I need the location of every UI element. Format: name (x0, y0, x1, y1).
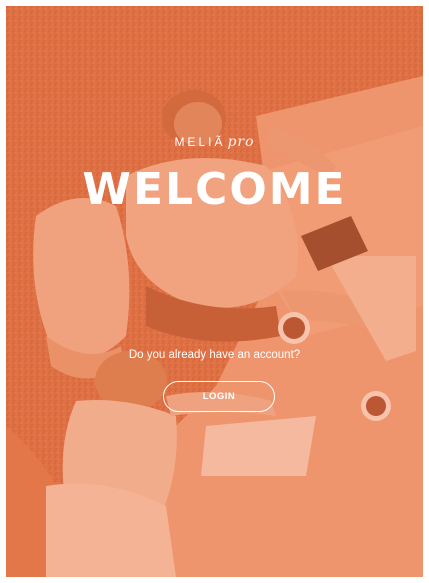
brand-logo: MELIÃ pro (6, 134, 423, 150)
welcome-screen: MELIÃ pro WELCOME Do you already have an … (0, 0, 429, 583)
account-question: Do you already have an account? (128, 349, 301, 361)
login-button[interactable]: LOGIN (163, 381, 275, 412)
brand-name: MELIÃ (174, 135, 226, 149)
hero-background: MELIÃ pro WELCOME Do you already have an … (6, 6, 423, 577)
brand-suffix: pro (227, 134, 255, 150)
welcome-title: WELCOME (82, 164, 347, 215)
color-overlay (6, 6, 423, 577)
